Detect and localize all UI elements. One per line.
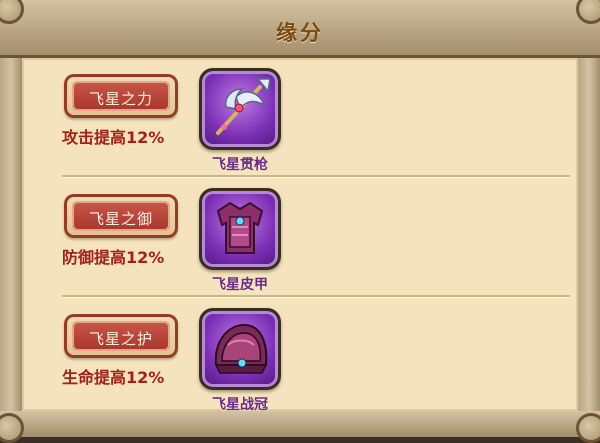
fate-bonus-text: 生命提高12% (62, 368, 165, 387)
armor-icon[interactable] (199, 188, 281, 270)
helmet-icon[interactable] (199, 308, 281, 390)
frame-left (0, 58, 22, 437)
fate-bonus-text: 防御提高12% (62, 248, 165, 267)
fate-tag[interactable]: 飞星之护 (64, 314, 178, 358)
fate-row: 飞星之御 防御提高12% 飞星皮甲 (22, 178, 578, 298)
corner-ornament (0, 413, 24, 443)
fate-tag-label: 飞星之护 (88, 330, 153, 348)
corner-ornament (576, 413, 600, 443)
fate-row: 飞星之力 攻击提高12% 飞星贯枪 (22, 58, 578, 178)
fate-list[interactable]: 飞星之力 攻击提高12% 飞星贯枪 飞星之御 防御提高12% 飞星皮甲 飞星之护… (22, 58, 578, 411)
fate-tag[interactable]: 飞星之御 (64, 194, 178, 238)
fate-tag-plate: 飞星之护 (72, 321, 170, 351)
fate-tag-plate: 飞星之力 (72, 81, 170, 111)
fate-row: 飞星之护 生命提高12% 飞星战冠 (22, 298, 578, 411)
fate-dialog: 缘分 飞星之力 攻击提高12% 飞星贯枪 飞星之御 防御提高12% 飞星皮甲 飞… (0, 0, 600, 443)
fate-tag-plate: 飞星之御 (72, 201, 170, 231)
title-bar: 缘分 (0, 0, 600, 58)
fate-tag-label: 飞星之力 (88, 90, 153, 108)
frame-right (578, 58, 600, 437)
item-name: 飞星贯枪 (212, 157, 268, 173)
item-name: 飞星皮甲 (212, 277, 268, 293)
dialog-title: 缘分 (276, 21, 324, 45)
fate-tag[interactable]: 飞星之力 (64, 74, 178, 118)
frame-bottom (0, 411, 600, 437)
fate-tag-label: 飞星之御 (88, 210, 153, 228)
item-name: 飞星战冠 (212, 397, 268, 411)
spear-icon[interactable] (199, 68, 281, 150)
fate-bonus-text: 攻击提高12% (62, 128, 165, 147)
